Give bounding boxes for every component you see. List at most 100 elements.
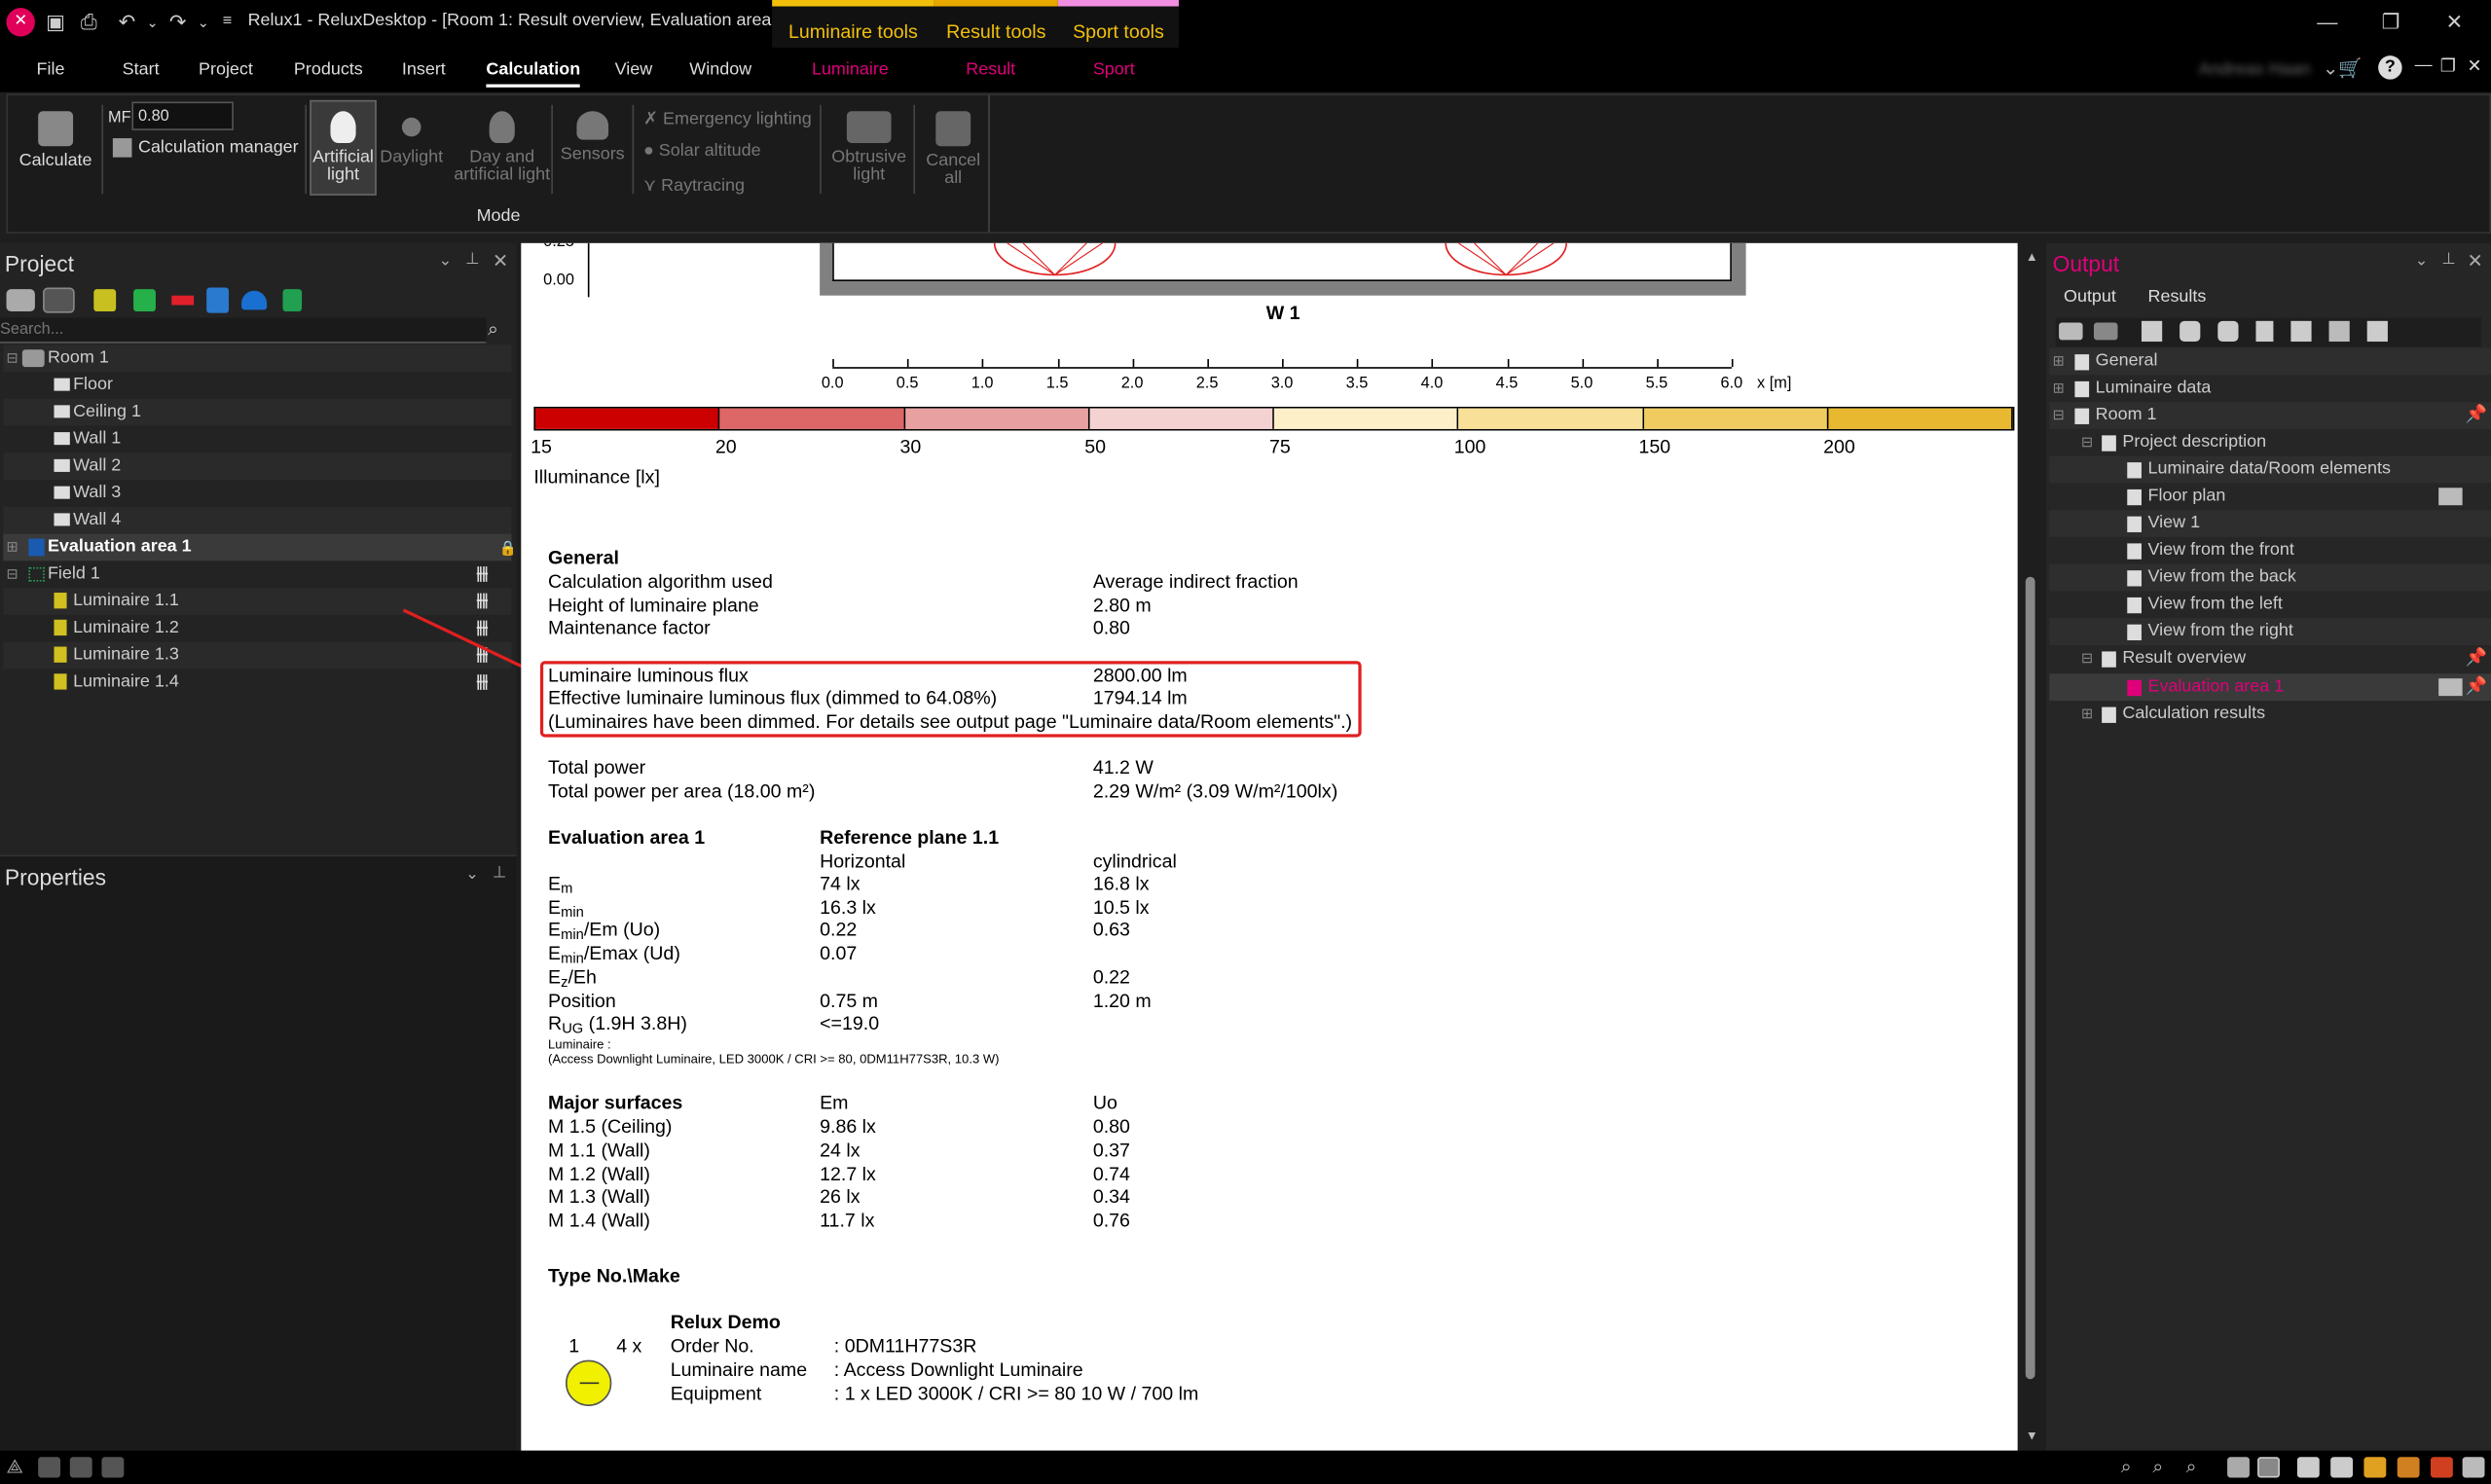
project-search-input[interactable] <box>0 317 487 344</box>
scroll-up-icon[interactable]: ▲ <box>2026 249 2038 264</box>
zoom-in-icon[interactable]: ⌕ <box>2121 1456 2132 1479</box>
tree-item-room[interactable]: ⊟ Room 1 <box>3 344 512 373</box>
customize-toolbar-icon[interactable]: ≡ <box>214 10 239 35</box>
tree-toggle-icon[interactable]: ⊞ <box>2053 375 2065 402</box>
minimize-icon[interactable]: — <box>2303 10 2351 38</box>
status-3d-icon[interactable] <box>2227 1457 2250 1478</box>
output-item-general[interactable]: ⊞ General <box>2049 347 2491 376</box>
user-name[interactable]: Andreas Haan <box>2199 60 2311 80</box>
tree-item-evaluation-area[interactable]: ⊞ Evaluation area 1 🔒 <box>3 533 517 561</box>
output-3d-icon[interactable] <box>2059 322 2083 341</box>
tree-toggle-icon[interactable]: ⊟ <box>2081 429 2093 456</box>
menu-file[interactable]: File <box>37 60 65 80</box>
status-sheet-icon[interactable]: ⟁ <box>7 1456 23 1479</box>
tab-results[interactable]: Results <box>2147 288 2206 308</box>
undo-dropdown-icon[interactable]: ⌄ <box>140 10 165 35</box>
report-scrollbar[interactable]: ▲ ▼ <box>2019 242 2043 1451</box>
close-icon[interactable]: ✕ <box>2431 10 2478 38</box>
output-layout-icon[interactable] <box>2328 320 2350 343</box>
pin-icon[interactable]: 📌 <box>2466 645 2487 672</box>
field-settings-icon[interactable]: ⫲⫲ <box>477 561 489 588</box>
zoom-fit-icon[interactable]: ⌕ <box>2186 1456 2197 1479</box>
tree-item-wall-4[interactable]: Wall 4 <box>3 506 512 534</box>
tree-item-wall-3[interactable]: Wall 3 <box>3 480 511 507</box>
pin-icon[interactable]: 📌 <box>2466 673 2487 701</box>
day-and-artificial-light-button[interactable]: Day and artificial light <box>448 111 556 184</box>
undo-icon[interactable]: ↶ <box>115 10 140 35</box>
output-item-floor-plan[interactable]: Floor plan <box>2049 483 2491 510</box>
menu-luminaire[interactable]: Luminaire <box>812 60 889 80</box>
calculation-manager-button[interactable]: Calculation manager <box>112 138 299 158</box>
element-filter-icon[interactable] <box>171 295 195 306</box>
sensors-button[interactable]: Sensors <box>558 111 628 163</box>
tab-luminaire-tools[interactable]: Luminaire tools <box>772 0 934 48</box>
status-cube-icon[interactable] <box>2330 1457 2354 1478</box>
help-icon[interactable]: ? <box>2378 55 2402 80</box>
tree-item-floor[interactable]: Floor <box>3 372 511 399</box>
raytracing-button[interactable]: ⋎ Raytracing <box>643 175 745 196</box>
menu-sport[interactable]: Sport <box>1093 60 1135 80</box>
zoom-out-icon[interactable]: ⌕ <box>2152 1456 2163 1479</box>
tree-toggle-icon[interactable]: ⊞ <box>2081 701 2093 728</box>
output-item-room[interactable]: ⊟ Room 1 📌 <box>2049 402 2491 429</box>
redo-icon[interactable]: ↷ <box>165 10 191 35</box>
status-lights-icon[interactable] <box>2397 1457 2420 1478</box>
menu-project[interactable]: Project <box>199 60 253 80</box>
menu-start[interactable]: Start <box>123 60 160 80</box>
menu-result[interactable]: Result <box>966 60 1015 80</box>
surface-view-icon[interactable] <box>43 287 75 313</box>
doc-minimize-icon[interactable]: — <box>2415 55 2433 75</box>
status-surface-icon[interactable] <box>2257 1457 2280 1478</box>
cancel-all-button[interactable]: Cancel all <box>918 111 988 187</box>
calculate-button[interactable]: Calculate <box>18 111 93 169</box>
properties-pin-icon[interactable]: ⊥ <box>493 864 506 882</box>
menu-window[interactable]: Window <box>689 60 751 80</box>
tree-item-ceiling[interactable]: Ceiling 1 <box>3 398 512 426</box>
output-page-icon[interactable] <box>2141 320 2163 343</box>
emergency-lighting-button[interactable]: ✗ Emergency lighting <box>643 108 812 129</box>
tab-output[interactable]: Output <box>2064 288 2116 308</box>
menu-insert[interactable]: Insert <box>402 60 446 80</box>
restore-icon[interactable]: ❐ <box>2367 10 2415 38</box>
field-filter-icon[interactable] <box>133 289 156 312</box>
output-options-icon[interactable]: ⌄ <box>2415 253 2429 271</box>
output-stack-icon[interactable] <box>2217 320 2239 343</box>
monitor-icon[interactable] <box>2438 488 2463 506</box>
search-icon[interactable]: ⌕ <box>488 318 498 342</box>
artificial-light-button[interactable]: Artificial light <box>310 99 377 196</box>
tree-toggle-icon[interactable]: ⊞ <box>2053 348 2065 376</box>
status-grid-icon[interactable] <box>38 1457 61 1478</box>
output-document-icon[interactable] <box>2255 320 2274 343</box>
doc-close-icon[interactable]: ✕ <box>2468 55 2482 77</box>
menu-view[interactable]: View <box>615 60 653 80</box>
tree-item-wall-1[interactable]: Wall 1 <box>3 426 511 453</box>
output-close-icon[interactable]: ✕ <box>2468 249 2483 271</box>
tree-toggle-icon[interactable]: ⊟ <box>7 561 18 588</box>
tree-toggle-icon[interactable]: ⊟ <box>2081 645 2093 672</box>
tree-toggle-icon[interactable]: ⊟ <box>7 344 18 372</box>
output-cube-icon[interactable] <box>2180 320 2201 343</box>
pin-icon[interactable]: 📌 <box>2466 402 2487 429</box>
output-item-view-right[interactable]: View from the right <box>2049 618 2491 645</box>
report-page[interactable]: 0.25 0.00 W 1 0.0 0.5 1.0 1.5 2.0 2.5 3.0 3.5 4.… <box>521 242 2018 1451</box>
status-image-icon[interactable] <box>101 1457 125 1478</box>
tab-sport-tools[interactable]: Sport tools <box>1057 0 1179 48</box>
output-surface-icon[interactable] <box>2094 322 2118 341</box>
output-item-view-left[interactable]: View from the left <box>2049 591 2491 618</box>
tree-item-wall-2[interactable]: Wall 2 <box>3 452 512 481</box>
monitor-icon[interactable] <box>2438 678 2463 697</box>
save-icon[interactable]: ▣ <box>43 10 68 35</box>
output-item-luminaire-room-elements[interactable]: Luminaire data/Room elements <box>2049 455 2491 484</box>
output-pin-icon[interactable]: ⊥ <box>2441 251 2455 269</box>
obtrusive-light-button[interactable]: Obtrusive light <box>826 111 912 184</box>
output-item-view-1[interactable]: View 1 <box>2049 510 2491 537</box>
status-page-icon[interactable] <box>2296 1457 2320 1478</box>
output-item-project-description[interactable]: ⊟ Project description <box>2049 429 2491 456</box>
tab-result-tools[interactable]: Result tools <box>934 0 1058 48</box>
panel-pin-icon[interactable]: ⊥ <box>465 251 479 269</box>
menu-calculation[interactable]: Calculation <box>486 60 581 88</box>
output-item-calculation-results[interactable]: ⊞ Calculation results <box>2049 701 2491 728</box>
daylight-button[interactable]: Daylight <box>378 111 445 166</box>
status-chart-icon[interactable] <box>69 1457 92 1478</box>
mf-input[interactable] <box>131 101 234 130</box>
